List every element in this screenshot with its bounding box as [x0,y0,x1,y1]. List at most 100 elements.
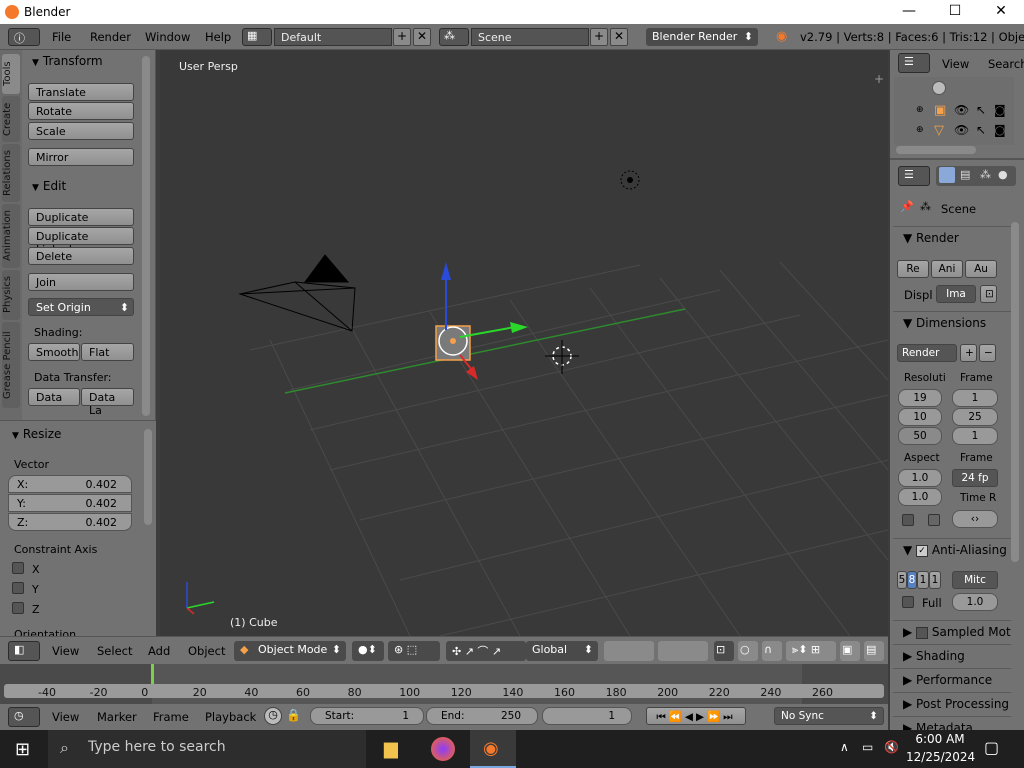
close-button[interactable]: ✕ [978,0,1024,24]
manipulator-buttons[interactable]: ✣ ↗ ⌒ ↗ [446,641,526,661]
border-checkbox[interactable] [902,514,914,526]
3d-viewport[interactable]: User Persp (1) Cube + [160,50,888,636]
layers-left-grid[interactable] [604,641,654,661]
resolution-percent-field[interactable]: 50 [898,427,942,445]
end-frame-field[interactable]: End: 250 [426,707,538,725]
outliner-view-menu[interactable]: View [942,57,969,71]
crop-checkbox[interactable] [928,514,940,526]
aa-samples-16[interactable]: 1 [929,571,941,589]
outliner-type-icon[interactable]: ☰ [898,53,930,73]
frame-step-field[interactable]: 1 [952,427,998,445]
taskbar-search-box[interactable]: ⌕ Type here to search [48,730,366,768]
aa-samples-8[interactable]: 8 [907,571,917,589]
outliner-hscrollbar[interactable] [896,146,976,154]
flat-button[interactable]: Flat [81,343,134,361]
viewport-shading-dropdown[interactable]: ●⬍ [352,641,384,661]
tab-animation[interactable]: Animation [2,204,20,268]
layers-right-grid[interactable] [658,641,708,661]
tab-create[interactable]: Create [2,96,20,142]
frame-start-field[interactable]: 1 [952,389,998,407]
blender-taskbar-button[interactable]: ◉ [470,730,516,768]
duplicate-linked-button[interactable]: Duplicate Linked [28,227,134,256]
resolution-y-field[interactable]: 10 [898,408,942,426]
proportional-edit-icon[interactable]: ○ [738,641,758,661]
shading-panel-header[interactable]: ▶ Shading [893,644,1011,666]
resize-panel-header[interactable]: ▼ Resize [12,427,61,441]
scene-field[interactable]: Scene [471,28,589,46]
aa-samples-11[interactable]: 1 [917,571,929,589]
start-windows-icon[interactable]: ⊞ [15,739,30,760]
timeline[interactable]: -40 -20 0 20 40 60 80 100 120 140 160 180 200 220 240 2… [0,664,888,704]
file-explorer-icon[interactable]: ▆ [384,738,398,759]
frame-rate-dropdown[interactable]: 24 fp [952,469,998,487]
3d-cursor[interactable] [545,340,579,374]
duplicate-button[interactable]: Duplicate [28,208,134,226]
data-transfer-button[interactable]: Data [28,388,80,406]
join-button[interactable]: Join [28,273,134,291]
dimensions-panel-header[interactable]: ▼ Dimensions [893,311,1011,333]
properties-type-icon[interactable]: ☰ [898,166,930,186]
performance-panel-header[interactable]: ▶ Performance [893,668,1011,690]
lock-interface-icon[interactable]: ⊡ [980,285,997,303]
post-processing-panel-header[interactable]: ▶ Post Processing [893,692,1011,714]
vector-z-field[interactable]: Z: 0.402 [8,513,132,531]
expand-icon[interactable]: ⊕ [916,125,924,135]
tool-shelf-scrollbar[interactable] [142,56,150,416]
lock-icon[interactable]: 🔒 [286,708,301,722]
snap-icon[interactable]: ∩ [762,641,782,661]
add-scene-button[interactable]: + [590,28,608,46]
scene-tab-icon[interactable]: ⁂ [980,168,991,181]
edit-panel-header[interactable]: ▼ Edit [32,179,66,193]
screen-layout-field[interactable]: Default [274,28,392,46]
constraint-x-checkbox[interactable] [12,562,24,574]
mirror-button[interactable]: Mirror [28,148,134,166]
world-tab-icon[interactable]: ● [998,168,1008,181]
mesh-icon[interactable]: ▽ [934,123,944,138]
frame-menu[interactable]: Frame [153,710,189,724]
pivot-point-dropdown[interactable]: ⊛ ⬚ [388,641,440,661]
select-arrow-icon[interactable]: ↖ [976,103,986,117]
constraint-y-checkbox[interactable] [12,582,24,594]
editor-type-timeline-icon[interactable]: ◷ [8,707,40,727]
set-origin-dropdown[interactable]: Set Origin ⬍ [28,298,134,316]
view-menu[interactable]: View [52,644,79,658]
render-tab-icon[interactable] [939,167,955,183]
select-menu[interactable]: Select [97,644,132,658]
marker-menu[interactable]: Marker [97,710,137,724]
render-animation-button[interactable]: Ani [931,260,963,278]
tray-chevron-icon[interactable]: ∧ [840,740,849,754]
vector-y-field[interactable]: Y: 0.402 [8,494,132,512]
camera-icon[interactable]: ▣ [934,103,946,118]
frame-end-field[interactable]: 25 [952,408,998,426]
render-preset-dropdown[interactable]: Render [897,344,957,362]
cube-object[interactable] [435,325,471,361]
maximize-button[interactable]: ☐ [932,0,978,24]
add-preset-button[interactable]: + [960,344,977,362]
visibility-eye-icon[interactable]: 👁 [954,123,969,137]
render-panel-header[interactable]: ▼ Render [893,226,1011,248]
snap-element-dropdown[interactable]: ⫸⬍ ⊞ [786,641,836,661]
expand-icon[interactable]: ⊕ [916,105,924,115]
rotate-button[interactable]: Rotate [28,102,134,120]
playback-menu[interactable]: Playback [205,710,256,724]
tab-tools[interactable]: Tools [2,54,20,94]
minimize-button[interactable]: — [886,0,932,24]
object-menu[interactable]: Object [188,644,225,658]
sync-mode-dropdown[interactable]: No Sync ⬍ [774,707,884,725]
pin-icon[interactable]: 📌 [900,200,914,213]
add-menu[interactable]: Add [148,644,170,658]
layers-tab-icon[interactable]: ▤ [960,168,970,181]
remove-scene-button[interactable]: ✕ [610,28,628,46]
render-anim-icon[interactable]: ▤ [864,641,884,661]
menu-help[interactable]: Help [205,30,231,44]
properties-scrollbar[interactable] [1011,222,1019,562]
anti-aliasing-panel-header[interactable]: ▼ ✓ Anti-Aliasing [893,538,1011,560]
firefox-icon[interactable] [431,737,455,761]
screen-layout-icon[interactable]: ▦ [242,28,272,46]
anti-aliasing-checkbox[interactable]: ✓ [916,544,929,557]
display-dropdown[interactable]: Ima [936,285,976,303]
world-icon[interactable] [932,81,946,95]
vector-x-field[interactable]: X: 0.402 [8,475,132,493]
add-screen-button[interactable]: + [393,28,411,46]
scene-icon[interactable]: ⁂ [439,28,469,46]
